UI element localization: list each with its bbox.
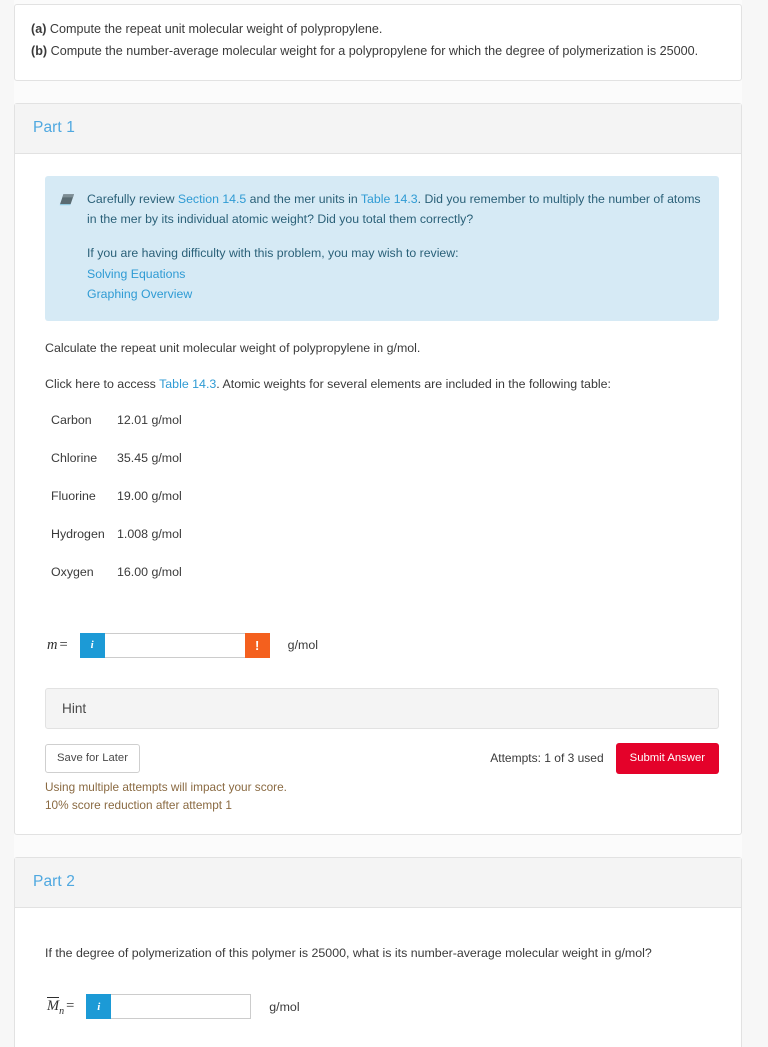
table-14-3-link[interactable]: Table 14.3	[159, 377, 216, 391]
part-2-answer-input[interactable]	[111, 994, 252, 1020]
symbol-m-bar: M	[47, 996, 60, 1014]
part-1-body: Carefully review Section 14.5 and the me…	[15, 154, 741, 834]
part-2-panel: Part 2 If the degree of polymerization o…	[14, 857, 742, 1047]
section-14-5-link[interactable]: Section 14.5	[178, 192, 246, 206]
equals-sign: =	[59, 636, 68, 653]
element-weight: 12.01 g/mol	[117, 412, 182, 427]
part-1-input-group: i !	[79, 632, 270, 658]
part-2-title: Part 2	[33, 873, 75, 891]
part-2-input-group: i	[86, 994, 252, 1020]
part-1-prompt: Calculate the repeat unit molecular weig…	[45, 340, 421, 355]
part-1-save-for-later-button[interactable]: Save for Later	[45, 743, 140, 773]
part-1-submit-answer-button[interactable]: Submit Answer	[615, 742, 719, 774]
hint-text-2: and the mer units in	[246, 192, 361, 207]
hint-review-links: Solving Equations Graphing Overview	[87, 265, 703, 305]
question-text-b: Compute the number-average molecular wei…	[47, 43, 699, 58]
table-intro-text-before: Click here to access	[45, 376, 160, 391]
part-1-answer-unit: g/mol	[287, 638, 318, 653]
part-1-title: Part 1	[33, 119, 75, 137]
hint-accordion[interactable]: Hint	[45, 687, 719, 729]
part-2-prompt: If the degree of polymerization of this …	[45, 946, 652, 961]
element-weight: 19.00 g/mol	[117, 488, 182, 503]
hint-main-text: Carefully review Section 14.5 and the me…	[87, 190, 703, 230]
question-label-b: (b)	[31, 43, 48, 58]
table-row: Oxygen 16.00 g/mol	[51, 565, 182, 603]
element-weight: 16.00 g/mol	[117, 564, 182, 579]
info-icon[interactable]: i	[86, 994, 112, 1020]
part-2-body: If the degree of polymerization of this …	[15, 908, 741, 1047]
question-stem: (a) Compute the repeat unit molecular we…	[14, 4, 742, 82]
element-weight: 35.45 g/mol	[117, 450, 182, 465]
table-row: Carbon 12.01 g/mol	[51, 413, 182, 451]
table-intro-text-after: . Atomic weights for several elements ar…	[216, 376, 611, 391]
element-name: Oxygen	[51, 564, 94, 579]
question-line-b: (b) Compute the number-average molecular…	[31, 41, 725, 63]
info-icon[interactable]: i	[79, 632, 105, 658]
hint-text-1: Carefully review	[87, 192, 178, 207]
part-1-answer-label: m =	[47, 637, 68, 654]
atomic-weights-table: Carbon 12.01 g/mol Chlorine 35.45 g/mol …	[51, 413, 182, 603]
solving-equations-link[interactable]: Solving Equations	[87, 265, 703, 285]
question-text-a: Compute the repeat unit molecular weight…	[46, 22, 383, 36]
hint-review-intro: If you are having difficulty with this p…	[87, 246, 459, 261]
part-2-answer-unit: g/mol	[269, 999, 300, 1014]
part-2-answer-row: Mn = i g/mol	[47, 994, 719, 1020]
hint-callout: Carefully review Section 14.5 and the me…	[45, 176, 719, 321]
element-weight: 1.008 g/mol	[117, 526, 182, 541]
hint-accordion-label: Hint	[62, 700, 87, 716]
part-1-panel: Part 1 Carefully review Section 14.5 and…	[14, 103, 742, 836]
graphing-overview-link[interactable]: Graphing Overview	[87, 285, 703, 305]
element-name: Fluorine	[51, 488, 96, 503]
part-1-answer-row: m = i ! g/mol	[47, 632, 719, 658]
question-label-a: (a)	[31, 22, 47, 36]
element-name: Carbon	[51, 412, 92, 427]
part-1-actions: Save for Later Attempts: 1 of 3 used Sub…	[45, 742, 719, 774]
table-row: Fluorine 19.00 g/mol	[51, 489, 182, 527]
warning-icon[interactable]: !	[244, 632, 270, 658]
part-2-header: Part 2	[15, 858, 741, 909]
part-1-table-intro: Click here to access Table 14.3. Atomic …	[45, 375, 719, 395]
content-column: (a) Compute the repeat unit molecular we…	[14, 0, 742, 1047]
equals-sign: =	[66, 997, 75, 1014]
element-name: Hydrogen	[51, 526, 105, 541]
table-row: Chlorine 35.45 g/mol	[51, 451, 182, 489]
table-row: Hydrogen 1.008 g/mol	[51, 527, 182, 565]
part-1-notice-line-1: Using multiple attempts will impact your…	[45, 779, 287, 794]
part-1-attempts-label: Attempts: 1 of 3 used	[490, 751, 604, 766]
right-gutter	[742, 0, 768, 1047]
symbol-m: m	[47, 636, 58, 653]
part-1-header: Part 1	[15, 104, 741, 155]
table-14-3-link-callout[interactable]: Table 14.3	[361, 192, 418, 206]
element-name: Chlorine	[51, 450, 98, 465]
part-1-notice: Using multiple attempts will impact your…	[45, 779, 719, 814]
eraser-icon	[59, 190, 77, 305]
left-gutter	[0, 0, 14, 1047]
part-1-answer-input[interactable]	[104, 632, 245, 658]
assignment-page: (a) Compute the repeat unit molecular we…	[0, 0, 768, 1047]
question-line-a: (a) Compute the repeat unit molecular we…	[31, 19, 725, 41]
part-1-notice-line-2: 10% score reduction after attempt 1	[45, 797, 232, 812]
hint-callout-body: Carefully review Section 14.5 and the me…	[87, 190, 703, 305]
part-2-answer-label: Mn =	[47, 996, 75, 1016]
